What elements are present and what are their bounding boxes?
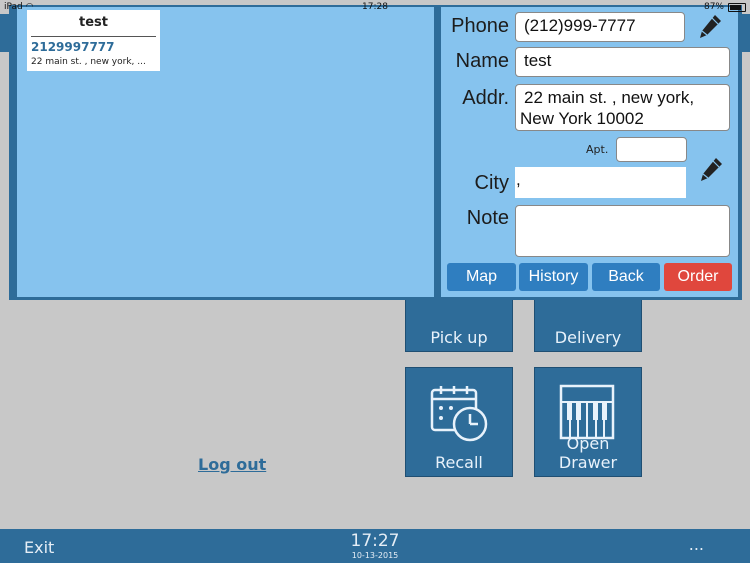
name-label: Name — [455, 50, 509, 72]
map-button[interactable]: Map — [447, 263, 516, 291]
customer-phone: 2129997777 — [31, 40, 115, 54]
city-field[interactable]: , — [515, 167, 686, 198]
customer-dialog: test 2129997777 22 main st. , new york, … — [9, 5, 742, 300]
delivery-label: Delivery — [554, 328, 622, 347]
address-field[interactable]: 22 main st. , new york, New York 10002 — [515, 84, 730, 131]
status-time: 17:28 — [362, 2, 388, 12]
back-button[interactable]: Back — [592, 263, 660, 291]
bottom-bar: Exit 17:27 10-13-2015 ... — [0, 529, 750, 563]
apt-field[interactable] — [616, 137, 687, 162]
more-button[interactable]: ... — [689, 535, 704, 554]
open-drawer-label: Open Drawer — [558, 434, 618, 472]
note-label: Note — [466, 207, 509, 229]
city-label: City — [474, 172, 509, 194]
battery-percent: 87% — [703, 2, 724, 12]
address-line-2: New York 10002 — [520, 109, 644, 128]
logout-link[interactable]: Log out — [198, 455, 266, 474]
recall-tile[interactable]: Recall — [405, 367, 513, 477]
phone-field[interactable]: (212)999-7777 — [515, 12, 685, 42]
order-button[interactable]: Order — [664, 263, 732, 291]
date: 10-13-2015 — [351, 551, 399, 560]
customer-list: test 2129997777 22 main st. , new york, … — [17, 7, 434, 297]
status-bar: iPad ◠ 17:28 87% — [0, 0, 750, 14]
customer-name: test — [79, 15, 108, 30]
recall-label: Recall — [435, 453, 483, 472]
address-label: Addr. — [462, 87, 509, 109]
open-drawer-tile[interactable]: Open Drawer — [534, 367, 642, 477]
address-line-1: 22 main st. , new york, — [524, 88, 695, 107]
history-button[interactable]: History — [519, 263, 588, 291]
apt-label: Apt. — [586, 143, 609, 156]
note-field[interactable] — [515, 205, 730, 257]
battery-icon — [728, 2, 746, 12]
customer-address: 22 main st. , new york, ... — [31, 57, 146, 67]
clock: 17:27 — [350, 531, 400, 551]
name-field[interactable]: test — [515, 47, 730, 77]
battery-status: 87% — [704, 2, 746, 12]
customer-form: Phone (212)999-7777 Name test Addr. 22 m… — [441, 7, 738, 297]
customer-card[interactable]: test 2129997777 22 main st. , new york, … — [27, 10, 160, 71]
edit-pencil-icon[interactable] — [698, 14, 722, 40]
phone-label: Phone — [451, 15, 509, 37]
calendar-clock-icon — [430, 386, 488, 442]
divider — [31, 36, 156, 37]
pickup-label: Pick up — [430, 328, 488, 347]
edit-address-pencil-icon[interactable] — [699, 157, 723, 183]
